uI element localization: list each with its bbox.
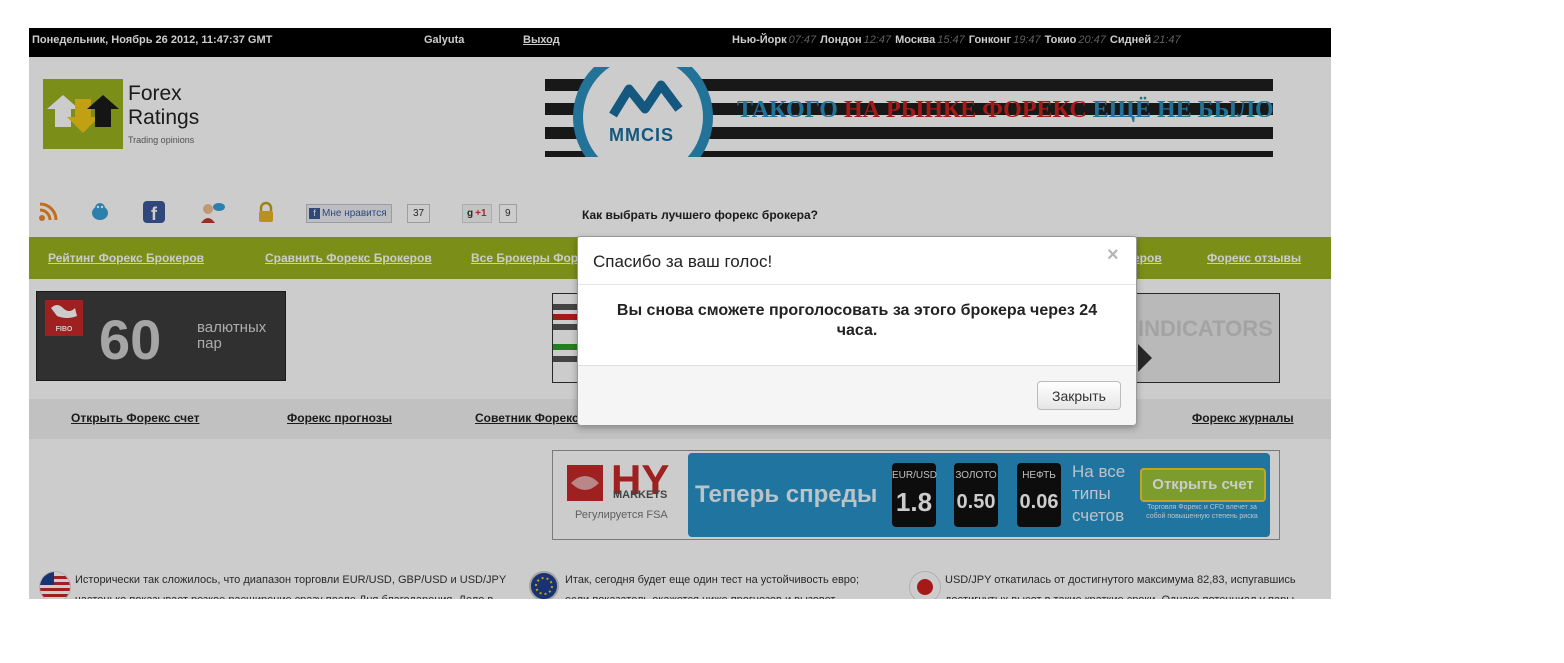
close-icon[interactable]: × xyxy=(1107,244,1119,267)
modal-footer: Закрыть xyxy=(578,365,1136,425)
vote-thanks-modal: Спасибо за ваш голос! × Вы снова сможете… xyxy=(577,236,1137,425)
modal-message: Вы снова сможете проголосовать за этого … xyxy=(616,302,1098,339)
close-button[interactable]: Закрыть xyxy=(1037,381,1121,410)
modal-title: Спасибо за ваш голос! xyxy=(593,252,773,271)
modal-divider xyxy=(578,284,1136,285)
